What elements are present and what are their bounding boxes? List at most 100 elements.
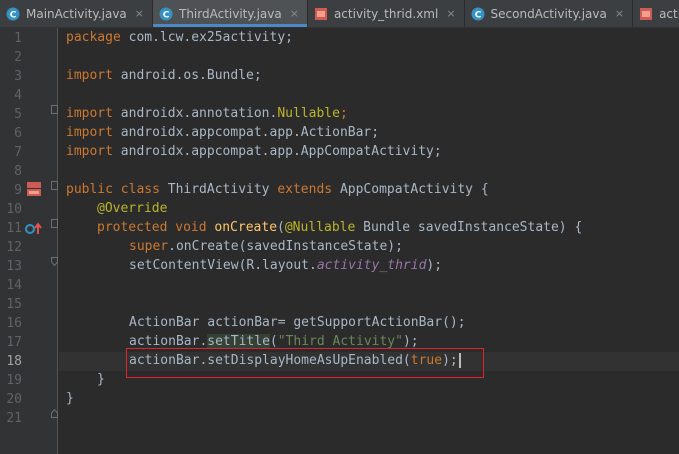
keyword: import [66,68,113,83]
line-number: 8 [14,164,22,179]
tab-label: ThirdActivity.java [179,6,282,21]
code-text: } [66,391,74,406]
usage-highlight: setTitle [207,334,270,349]
code-line-19: } [97,370,105,389]
code-text: } [97,372,105,387]
keyword: package [66,30,121,45]
code-text: ); [426,258,443,273]
line-number-gutter: 1 2 3 4 5 6 7 8 9 10 11 12 13 14 15 16 1… [0,28,58,454]
fold-toggle-icon[interactable] [51,403,58,418]
xml-file-icon [314,7,328,21]
code-text: Bundle savedInstanceState) { [355,220,583,235]
code-line-11: protected void onCreate(@Nullable Bundle… [97,218,582,237]
code-line-6: import androidx.appcompat.app.ActionBar; [66,123,379,142]
line-number: 7 [14,145,22,160]
code-line-10: @Override [97,199,167,218]
tab-second-activity[interactable]: C SecondActivity.java × [465,0,634,27]
code-text: .onCreate(savedInstanceState); [168,239,403,254]
editor-tab-bar: C MainActivity.java × C ThirdActivity.ja… [0,0,679,28]
line-number: 21 [6,411,22,426]
code-text: actionBar. [129,334,208,349]
code-text: ( [269,334,278,349]
code-line-5: import androidx.annotation.Nullable; [66,104,348,123]
annotation: @Nullable [284,220,356,235]
tab-activity-thrid-xml[interactable]: activity_thrid.xml × [308,0,465,27]
tab-label: SecondActivity.java [490,6,607,21]
code-line-9: public class ThirdActivity extends AppCo… [66,180,489,199]
annotation: @Override [97,201,168,216]
fold-toggle-icon[interactable] [51,213,58,228]
code-line-13: setContentView(R.layout.activity_thrid); [129,256,442,275]
line-number: 9 [14,183,22,198]
close-icon[interactable]: × [446,7,455,20]
fold-toggle-icon[interactable] [51,251,58,267]
keyword: super [129,239,169,254]
line-number: 16 [6,316,22,331]
tab-label: MainActivity.java [26,6,127,21]
annotation-class: Nullable [277,106,340,121]
line-number: 6 [14,126,22,141]
code-line-3: import android.os.Bundle; [66,66,262,85]
line-number: 17 [6,335,22,350]
line-number: 20 [6,392,22,407]
class-name: ThirdActivity [159,182,278,197]
code-line-12: super.onCreate(savedInstanceState); [129,237,403,256]
code-text: AppCompatActivity { [332,182,489,197]
code-text: setContentView(R.layout. [129,258,317,273]
close-icon[interactable]: × [135,7,144,20]
override-method-icon[interactable] [25,221,43,240]
keyword: import [66,106,113,121]
annotation-highlight-box [126,348,484,378]
tab-label: activity_thrid.xml [333,6,439,21]
code-line-1: package com.lcw.ex25activity; [66,28,293,47]
fold-toggle-icon[interactable] [51,99,58,114]
tab-third-activity[interactable]: C ThirdActivity.java × [153,0,308,27]
java-class-icon: C [471,7,485,21]
line-number: 13 [6,259,22,274]
code-text: com.lcw.ex25activity; [120,30,293,45]
fold-toggle-icon[interactable] [51,175,58,190]
code-text: ( [277,220,285,235]
line-number: 3 [14,69,22,84]
keyword: import [66,144,113,159]
line-number: 1 [14,31,22,46]
resource-field: activity_thrid [316,258,427,273]
svg-text:C: C [474,10,481,20]
line-number: 11 [6,221,22,236]
line-number-current: 18 [6,354,22,369]
close-icon[interactable]: × [615,7,624,20]
layout-resource-icon[interactable] [27,181,41,200]
code-text: ); [402,334,419,349]
line-number: 12 [6,240,22,255]
code-line-16: ActionBar actionBar= getSupportActionBar… [129,313,466,332]
code-line-7: import androidx.appcompat.app.AppCompatA… [66,142,442,161]
keyword: protected void [97,220,207,235]
java-class-icon: C [6,7,20,21]
keyword: extends [277,182,333,197]
string-literal: "Third Activity" [277,334,403,349]
method-name: onCreate [214,220,278,235]
code-text: androidx.annotation. [112,106,278,121]
line-number: 15 [6,297,22,312]
java-class-icon: C [159,7,173,21]
tab-main-activity[interactable]: C MainActivity.java × [0,0,153,27]
code-text: androidx.appcompat.app.AppCompatActivity… [112,144,442,159]
keyword: public class [66,182,160,197]
svg-text:C: C [163,10,170,20]
line-number: 4 [14,88,22,103]
line-number: 19 [6,373,22,388]
line-number: 2 [14,50,22,65]
tab-activity-second-xml[interactable]: activity_second [633,0,679,27]
code-editor[interactable]: package com.lcw.ex25activity; import and… [59,28,679,454]
tab-label: activity_second [659,6,679,21]
xml-file-icon [639,7,653,21]
code-text: android.os.Bundle; [112,68,262,83]
code-text: ; [339,106,348,121]
line-number: 5 [14,107,22,122]
svg-text:C: C [10,10,17,20]
line-number: 10 [6,202,22,217]
close-icon[interactable]: × [290,7,299,20]
code-text: ActionBar actionBar= getSupportActionBar… [129,315,466,330]
keyword: import [66,125,113,140]
line-number: 14 [6,278,22,293]
